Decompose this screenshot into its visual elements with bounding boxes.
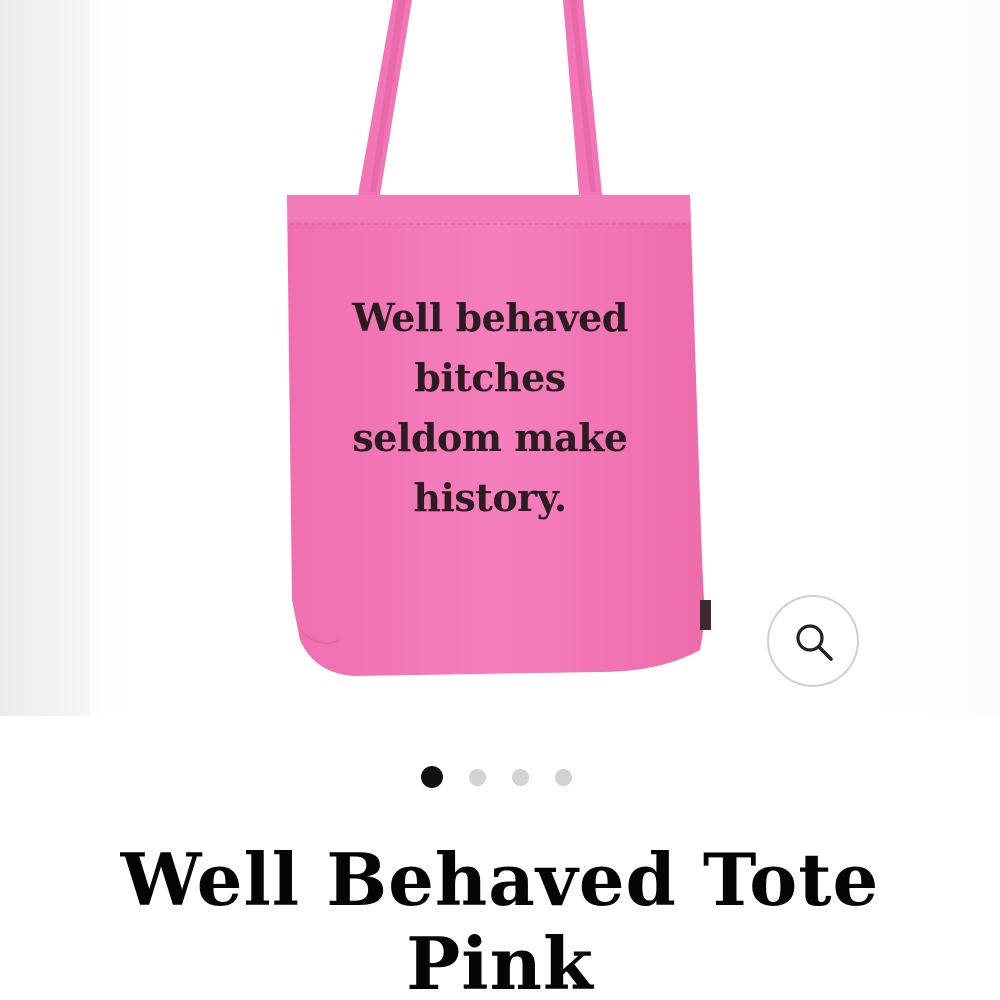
product-page: Well behaved bitches seldom make history… <box>0 0 1000 1000</box>
tote-print-line: Well behaved <box>352 295 628 340</box>
product-title-line: Well Behaved Tote <box>120 837 880 922</box>
product-title: Well Behaved Tote Pink <box>0 838 1000 1000</box>
product-title-line: Pink <box>406 921 594 1000</box>
brand-tag <box>700 600 711 630</box>
zoom-button[interactable] <box>767 595 859 687</box>
gallery-pagination <box>0 765 1000 789</box>
tote-print-line: history. <box>413 475 567 520</box>
tote-print-line: bitches <box>414 355 566 400</box>
tote-print-line: seldom make <box>352 415 628 460</box>
pagination-dot-3[interactable] <box>512 768 529 786</box>
tote-print-text: Well behaved bitches seldom make history… <box>330 288 650 528</box>
search-icon <box>796 624 833 661</box>
pagination-dot-2[interactable] <box>469 768 486 786</box>
pagination-dot-1[interactable] <box>421 766 443 788</box>
pagination-dot-4[interactable] <box>555 768 572 786</box>
product-image-gallery[interactable]: Well behaved bitches seldom make history… <box>0 0 1000 730</box>
